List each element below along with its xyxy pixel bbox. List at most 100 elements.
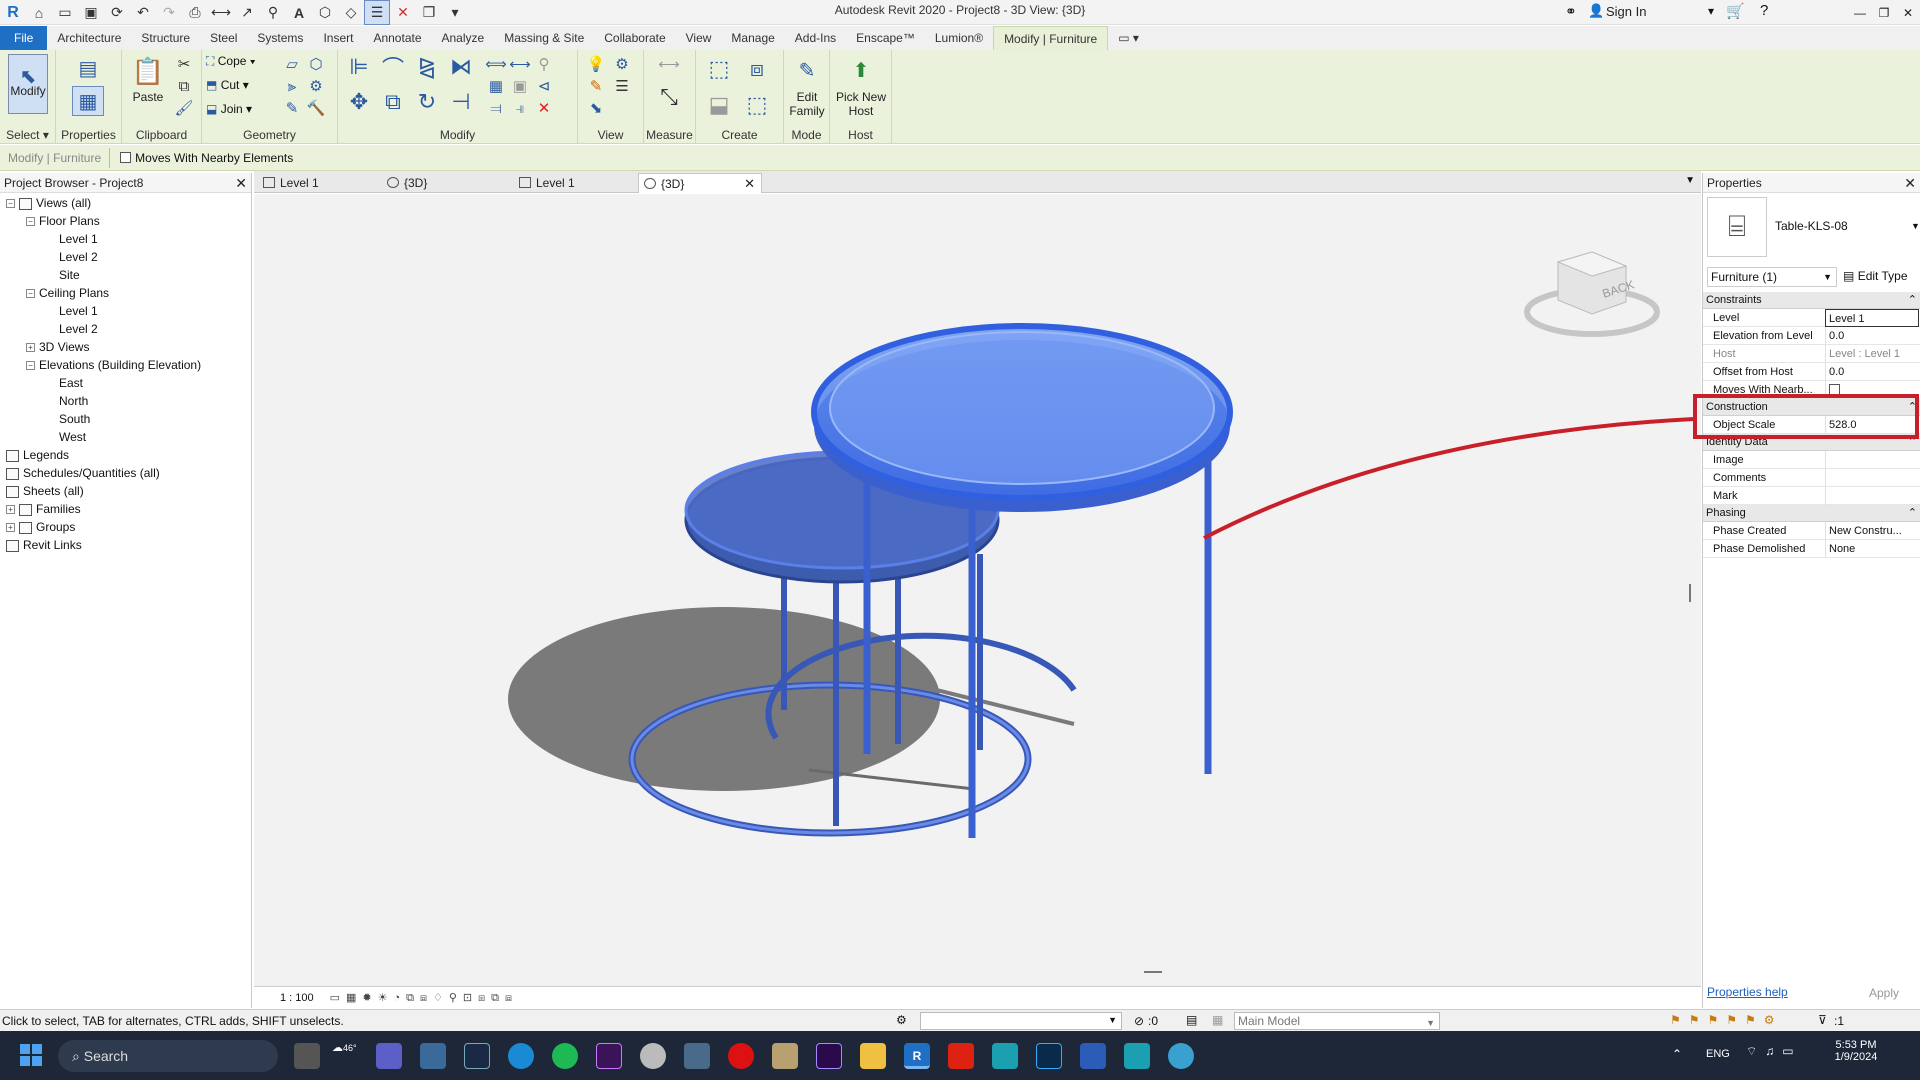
tab-view[interactable]: View bbox=[676, 26, 722, 50]
line-style-icon[interactable]: ☰ bbox=[610, 75, 634, 97]
browser-node[interactable]: Level 2 bbox=[46, 320, 98, 338]
hide-in-view-icon[interactable]: 💡 bbox=[584, 53, 608, 75]
close-tab-icon[interactable]: ✕ bbox=[744, 174, 755, 194]
view-control-icons[interactable]: ▭▦✹☀◔⧉⧈♢⚲⊡⧆⧉⧈ bbox=[330, 991, 518, 1005]
autocad-icon[interactable] bbox=[948, 1043, 974, 1069]
prop-value[interactable] bbox=[1825, 469, 1919, 487]
language-indicator[interactable]: ENG bbox=[1706, 1048, 1730, 1060]
delete-icon[interactable]: ✕ bbox=[532, 97, 556, 119]
scale-value[interactable]: 1 : 100 bbox=[280, 992, 314, 1004]
create-assembly-icon[interactable]: ⬚ bbox=[702, 54, 736, 84]
tab-massing-site[interactable]: Massing & Site bbox=[494, 26, 594, 50]
group-constraints[interactable]: Constraints ⌃ bbox=[1703, 292, 1920, 309]
default-3d-view-icon[interactable]: ⬡ bbox=[312, 0, 338, 25]
split-element-icon[interactable]: ⟺ bbox=[484, 53, 508, 75]
redo-icon[interactable]: ↷ bbox=[156, 0, 182, 25]
join-roof-icon[interactable]: ⫸ bbox=[280, 75, 304, 97]
chrome-icon[interactable] bbox=[1168, 1043, 1194, 1069]
wall-joins-icon[interactable]: ▱ bbox=[280, 53, 304, 75]
cart-icon[interactable]: 🛒 bbox=[1726, 2, 1745, 20]
browser-node[interactable]: North bbox=[46, 392, 88, 410]
remove-paint-icon[interactable]: 🔨 bbox=[304, 97, 328, 119]
word-icon[interactable] bbox=[1080, 1043, 1106, 1069]
close-hidden-icon[interactable]: ✕ bbox=[390, 0, 416, 25]
editable-only-icon[interactable]: ⊘ bbox=[1134, 1014, 1144, 1028]
worksets-icon[interactable]: ⚙ bbox=[896, 1013, 907, 1027]
tab-manage[interactable]: Manage bbox=[721, 26, 784, 50]
type-dropdown-icon[interactable]: ▼ bbox=[1911, 221, 1920, 231]
properties-help-link[interactable]: Properties help bbox=[1707, 985, 1788, 999]
prop-value[interactable]: 0.0 bbox=[1825, 363, 1919, 381]
apply-button[interactable]: Apply bbox=[1853, 983, 1915, 1003]
teams-icon[interactable] bbox=[376, 1043, 402, 1069]
switch-windows-icon[interactable]: ❐ bbox=[416, 0, 442, 25]
paste-button[interactable]: 📋 Paste bbox=[126, 54, 170, 104]
expand-icon[interactable]: + bbox=[6, 523, 15, 533]
browser-node[interactable]: Site bbox=[46, 266, 80, 284]
tray-chevron-icon[interactable]: ⌃ bbox=[1672, 1047, 1682, 1061]
user-icon[interactable]: 👤 bbox=[1588, 3, 1604, 19]
create-group-icon[interactable]: ⬓ bbox=[702, 90, 736, 120]
close-icon[interactable]: ✕ bbox=[235, 173, 247, 193]
browser-node[interactable]: Revit Links bbox=[6, 536, 82, 554]
browser-node[interactable]: Sheets (all) bbox=[6, 482, 84, 500]
demolish-icon[interactable]: ⚙ bbox=[304, 75, 328, 97]
offset-icon[interactable]: ⌒ bbox=[378, 53, 408, 81]
view-tab-level-1-b[interactable]: Level 1 bbox=[514, 173, 614, 193]
edit-family-button[interactable]: ✎ Edit Family bbox=[785, 54, 829, 118]
create-parts-icon[interactable]: ⧈ bbox=[740, 54, 774, 84]
section-icon[interactable]: ◇ bbox=[338, 0, 364, 25]
create-similar-icon[interactable]: ⬚ bbox=[740, 90, 774, 120]
split-face-icon[interactable]: ⬡ bbox=[304, 53, 328, 75]
mirror-draw-icon[interactable]: ⧑ bbox=[446, 53, 476, 81]
trim-extend-icon[interactable]: ⊣ bbox=[446, 88, 476, 116]
browser-node[interactable]: West bbox=[46, 428, 86, 446]
browser-node[interactable]: − Views (all) bbox=[6, 194, 91, 212]
file-explorer-icon[interactable] bbox=[860, 1043, 886, 1069]
override-graphics-icon[interactable]: ⚙ bbox=[610, 53, 634, 75]
tray-icons[interactable]: ⌔♫▭ bbox=[1746, 1044, 1802, 1059]
prop-value[interactable]: Level 1 bbox=[1825, 309, 1919, 327]
browser-node[interactable]: South bbox=[46, 410, 90, 428]
browser-node[interactable]: Level 1 bbox=[46, 230, 98, 248]
sign-in-link[interactable]: Sign In bbox=[1606, 4, 1646, 19]
group-phasing[interactable]: Phasing ⌃ bbox=[1703, 505, 1920, 522]
photoshop-icon[interactable] bbox=[1036, 1043, 1062, 1069]
tab-architecture[interactable]: Architecture bbox=[47, 26, 131, 50]
filter-icon[interactable]: ⊽ bbox=[1818, 1013, 1827, 1027]
thin-lines-icon[interactable]: ☰ bbox=[364, 0, 390, 25]
browser-node[interactable]: Level 2 bbox=[46, 248, 98, 266]
trim-single-icon[interactable]: ⫣ bbox=[508, 97, 532, 119]
browser-node[interactable]: + Families bbox=[6, 500, 81, 518]
edit-type-button[interactable]: ▤ Edit Type bbox=[1843, 269, 1908, 283]
close-icon[interactable]: ✕ bbox=[1896, 0, 1920, 25]
mirror-axis-icon[interactable]: ⧎ bbox=[412, 53, 442, 81]
unpin-icon[interactable]: ⚲ bbox=[532, 53, 556, 75]
element-selector[interactable]: Furniture (1) ▼ bbox=[1707, 267, 1837, 287]
select-dropdown[interactable]: Select ▾ bbox=[0, 128, 55, 142]
copy-icon[interactable]: ⧉ bbox=[172, 75, 196, 97]
lightroom-icon[interactable] bbox=[464, 1043, 490, 1069]
tab-enscape[interactable]: Enscape™ bbox=[846, 26, 925, 50]
minimize-icon[interactable]: — bbox=[1848, 0, 1872, 25]
measure-icon[interactable]: ⟷ bbox=[208, 0, 234, 25]
viewcube[interactable]: BACK bbox=[1524, 251, 1660, 337]
restore-icon[interactable]: ❐ bbox=[1872, 0, 1896, 25]
tag-icon[interactable]: ⚲ bbox=[260, 0, 286, 25]
browser-node[interactable]: Legends bbox=[6, 446, 69, 464]
cut-scissors-icon[interactable]: ✂ bbox=[172, 53, 196, 75]
browser-node[interactable]: − Ceiling Plans bbox=[26, 284, 109, 302]
revit-taskbar-icon[interactable]: R bbox=[904, 1043, 930, 1069]
design-options-icon[interactable]: ▤ bbox=[1186, 1013, 1197, 1027]
type-name[interactable]: Table-KLS-08 bbox=[1775, 219, 1848, 233]
scale-icon[interactable]: ▣ bbox=[508, 75, 532, 97]
expand-icon[interactable]: + bbox=[6, 505, 15, 515]
collapse-icon[interactable]: − bbox=[26, 361, 35, 371]
browser-node[interactable]: − Elevations (Building Elevation) bbox=[26, 356, 201, 374]
aligned-dimension-icon[interactable]: ↗ bbox=[234, 0, 260, 25]
3d-viewport[interactable]: BACK bbox=[254, 194, 1701, 1006]
ribbon-minimize-icon[interactable]: ▭ ▾ bbox=[1108, 26, 1149, 50]
browser-node[interactable]: + Groups bbox=[6, 518, 75, 536]
browser-node[interactable]: East bbox=[46, 374, 83, 392]
collapse-icon[interactable]: − bbox=[26, 217, 35, 227]
